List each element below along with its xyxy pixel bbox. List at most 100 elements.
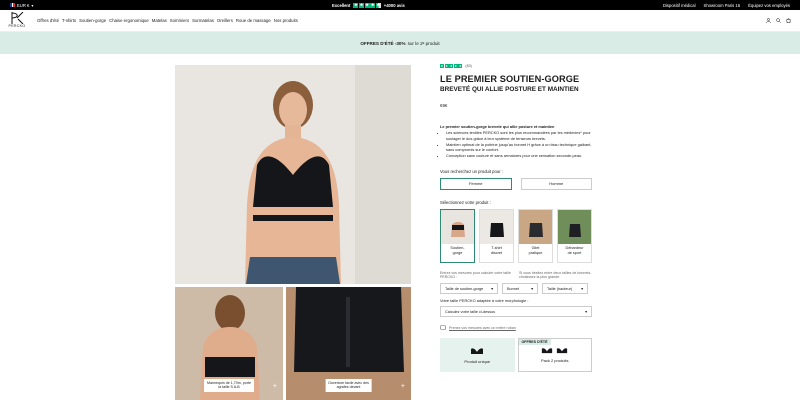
nav-item-box-springs[interactable]: Sommiers — [170, 18, 189, 23]
brand-name: PERCKO — [8, 24, 26, 28]
star-icon: ★ — [353, 2, 359, 8]
trustpilot-rating[interactable]: Excellent ★ ★ ★ ★ ★ +4000 avis — [332, 2, 405, 8]
product-price: 69€ — [440, 102, 448, 108]
star-icon: ★ — [370, 2, 376, 8]
link-showroom[interactable]: Showroom Paris 16 — [704, 3, 741, 8]
image-caption: Ouverture facile avec des agrafes devant — [325, 378, 372, 392]
link-medical-device[interactable]: Dispositif médical — [663, 3, 696, 8]
star-icon: ★ — [358, 2, 364, 8]
percko-size-select[interactable]: Calculez votre taille ci-dessus ▾ — [440, 306, 592, 318]
morphology-label: Votre taille PERCKO adaptée à votre morp… — [440, 298, 529, 304]
product-option-tank[interactable]: Débardeur de sport — [557, 208, 592, 263]
tape-measure-icon — [440, 325, 446, 331]
france-flag-icon — [10, 3, 16, 7]
measure-tip-link[interactable]: Prenez vos mesures avec un mètre ruban — [440, 325, 592, 331]
product-image-back[interactable]: Mannequin de 1,70m, porte la taille S A-… — [175, 287, 283, 400]
chevron-down-icon: ▾ — [31, 2, 34, 8]
product-main-image[interactable] — [175, 65, 411, 284]
star-icon: ★ — [449, 63, 454, 68]
product-option-bra[interactable]: Soutien-gorge — [440, 208, 475, 263]
model-photo-illustration — [175, 65, 411, 284]
star-icon: ★ — [453, 63, 458, 68]
nav-item-all-products[interactable]: Nos produits — [274, 18, 298, 23]
gender-question: Vous recherchez un produit pour : — [440, 168, 503, 174]
product-details: ★ ★ ★ ★ ★ (83) LE PREMIER SOUTIEN-GORGE … — [440, 64, 592, 373]
rating-label: Excellent — [332, 2, 351, 8]
star-icon: ★ — [364, 2, 370, 8]
product-rating[interactable]: ★ ★ ★ ★ ★ (83) — [440, 64, 592, 68]
product-title: LE PREMIER SOUTIEN-GORGE — [440, 74, 580, 84]
promo-bold: OFFRES D'ÉTÉ -30% — [360, 40, 406, 46]
product-thumbnail — [441, 209, 474, 244]
nav-item-mattress[interactable]: Matelas — [152, 18, 167, 23]
description-bullet: Les sciences textiles PERCKO sont les pl… — [446, 130, 592, 141]
gender-option-man[interactable]: Homme — [520, 177, 592, 190]
product-thumbnail — [480, 209, 513, 244]
height-select[interactable]: Taille (hauteur) ▾ — [542, 283, 588, 295]
promo-text: sur le 2ᵉ produit — [407, 40, 440, 46]
cart-icon[interactable] — [786, 18, 791, 23]
zoom-plus-icon[interactable]: + — [401, 383, 405, 390]
offer-label: Produit unique — [464, 358, 491, 364]
offer-single[interactable]: Produit unique — [440, 338, 515, 373]
product-option-tshirt[interactable]: T-shirt discret — [479, 208, 514, 263]
product-image-front-closure[interactable]: Ouverture facile avec des agrafes devant… — [286, 287, 411, 400]
bra-icon — [542, 348, 553, 354]
search-icon[interactable] — [776, 18, 781, 23]
bra-size-select[interactable]: Taille de soutien-gorge ▾ — [440, 283, 498, 295]
currency-label: EUR € — [17, 2, 30, 8]
currency-selector[interactable]: EUR € ▾ — [10, 3, 33, 8]
account-icon[interactable] — [766, 18, 771, 23]
chevron-down-icon: ▾ — [491, 287, 493, 292]
percko-logo-icon — [11, 12, 24, 24]
nav-item-pillows[interactable]: Oreillers — [217, 18, 233, 23]
bra-icon — [471, 348, 484, 354]
description-bullet: Conception sans couture et sans armature… — [446, 153, 592, 159]
description-intro: Le premier soutien-gorge breveté qui all… — [440, 123, 555, 129]
size-hints: Entrez vos mesures pour calculer votre t… — [440, 271, 592, 281]
size-hint-measure: Entrez vos mesures pour calculer votre t… — [440, 270, 511, 280]
reviews-count: +4000 avis — [383, 2, 405, 8]
main-nav: Offres d'été T-shirts Soutien-gorge Chai… — [37, 18, 298, 23]
offer-label: Pack 2 produits — [540, 358, 569, 364]
product-question: Sélectionnez votre produit : — [440, 199, 491, 205]
size-selects: Taille de soutien-gorge ▾ Bonnet ▾ Taille … — [440, 283, 592, 295]
product-thumbnail — [558, 209, 591, 244]
offer-tag: OFFRES D'ÉTÉ — [518, 339, 551, 346]
product-stars: ★ ★ ★ ★ ★ — [440, 63, 463, 68]
product-selector: Soutien-gorge T-shirt discret Gilet pratiq… — [440, 208, 592, 263]
chevron-down-icon: ▾ — [581, 287, 583, 292]
description-bullet: Maintien optimal de la poitrine jusqu'au… — [446, 142, 592, 153]
product-option-vest[interactable]: Gilet pratique — [518, 208, 553, 263]
offer-options: Produit unique OFFRES D'ÉTÉ Pack 2 produ… — [440, 338, 592, 373]
chevron-down-icon: ▾ — [531, 287, 533, 292]
star-icon: ★ — [440, 63, 444, 68]
nav-item-chair[interactable]: Chaise ergonomique — [109, 18, 149, 23]
gender-options: Femme Homme — [440, 177, 592, 190]
nav-item-toppers[interactable]: Surmatelas — [192, 18, 214, 23]
review-count: (83) — [465, 64, 472, 68]
chevron-down-icon: ▾ — [585, 310, 587, 315]
pack-icons — [541, 347, 568, 354]
product-description: Le premier soutien-gorge breveté qui all… — [440, 124, 592, 159]
top-announcement-bar: EUR € ▾ Excellent ★ ★ ★ ★ ★ +4000 avis D… — [0, 0, 800, 10]
offer-pack[interactable]: OFFRES D'ÉTÉ Pack 2 produits — [517, 338, 592, 373]
star-icon: ★ — [458, 63, 463, 68]
star-icon: ★ — [375, 2, 381, 8]
image-caption: Mannequin de 1,70m, porte la taille S A-… — [204, 378, 254, 392]
product-subtitle: BREVETÉ QUI ALLIE POSTURE ET MAINTIEN — [440, 85, 579, 93]
nav-item-tshirts[interactable]: T-shirts — [62, 18, 76, 23]
link-employees[interactable]: Équipez vos employés — [748, 3, 790, 8]
trustpilot-stars: ★ ★ ★ ★ ★ — [353, 2, 381, 8]
bra-icon — [557, 348, 568, 354]
nav-item-bra[interactable]: Soutien-gorge — [79, 18, 106, 23]
promo-banner[interactable]: OFFRES D'ÉTÉ -30% sur le 2ᵉ produit — [0, 32, 800, 54]
gender-option-woman[interactable]: Femme — [440, 177, 512, 190]
zoom-plus-icon[interactable]: + — [273, 383, 277, 390]
product-thumbnail — [519, 209, 552, 244]
brand-logo[interactable]: PERCKO — [7, 12, 27, 32]
nav-item-summer-offers[interactable]: Offres d'été — [37, 18, 59, 23]
cup-select[interactable]: Bonnet ▾ — [502, 283, 538, 295]
size-hint-cup: Si vous hésitez entre deux tailles de bo… — [519, 270, 592, 280]
nav-item-massage-roller[interactable]: Roue de massage — [236, 18, 271, 23]
